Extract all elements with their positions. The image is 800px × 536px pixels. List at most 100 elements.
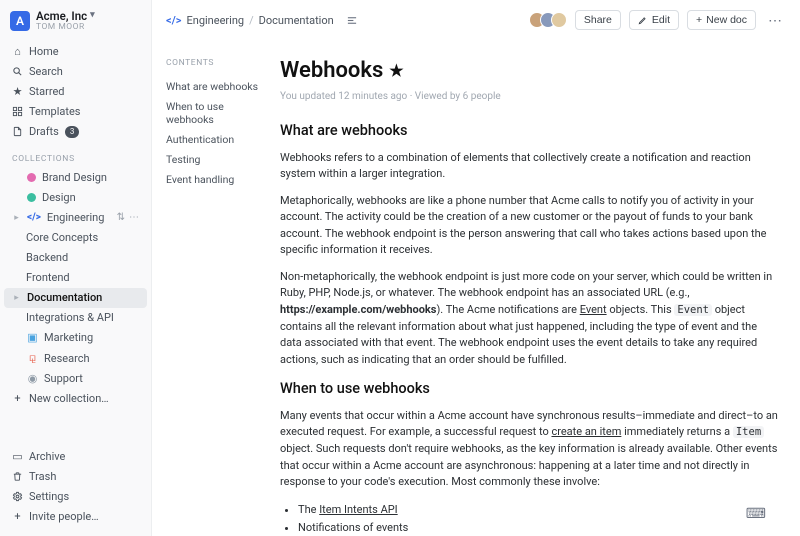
heading-when: When to use webhooks — [280, 378, 778, 400]
text: The — [298, 503, 319, 516]
breadcrumb-page[interactable]: Documentation — [259, 14, 334, 27]
collection-design[interactable]: Design — [4, 188, 147, 208]
nav-drafts-label: Drafts — [29, 125, 59, 138]
nav-trash-label: Trash — [29, 470, 56, 483]
trash-icon — [12, 471, 23, 482]
toc-item[interactable]: Testing — [166, 149, 266, 169]
drafts-badge: 3 — [65, 126, 80, 138]
share-button[interactable]: Share — [575, 10, 621, 30]
collection-color-icon — [27, 173, 36, 182]
text-bold: https://example.com/webhooks — [280, 303, 436, 316]
star-icon: ★ — [12, 85, 23, 98]
collection-label: Design — [42, 191, 76, 204]
team-switcher[interactable]: A Acme, Inc ▾ TOM MOOR — [0, 10, 151, 36]
list-item: The Item Intents API — [298, 501, 778, 520]
star-icon[interactable]: ★ — [389, 59, 403, 83]
doc-label: Core Concepts — [26, 231, 98, 244]
plus-icon: + — [12, 392, 23, 405]
toc-item-label: What are webhooks — [166, 80, 258, 93]
gear-icon — [12, 491, 23, 502]
collection-brand-design[interactable]: Brand Design — [4, 168, 147, 188]
doc-integrations[interactable]: Integrations & API — [4, 308, 147, 328]
document: Webhooks ★ You updated 12 minutes ago · … — [274, 40, 800, 536]
nav-home-label: Home — [29, 45, 59, 58]
collection-research[interactable]: ⚼ Research — [4, 348, 147, 369]
topbar: </> Engineering / Documentation Share Ed… — [152, 0, 800, 40]
nav-trash[interactable]: Trash — [4, 466, 147, 486]
doc-documentation[interactable]: ▸Documentation — [4, 288, 147, 308]
templates-icon — [12, 106, 23, 117]
collection-label: Research — [44, 352, 90, 365]
doc-core-concepts[interactable]: Core Concepts — [4, 228, 147, 248]
nav-invite[interactable]: +Invite people… — [4, 506, 147, 526]
home-icon: ⌂ — [12, 45, 23, 58]
more-icon[interactable]: ⋯ — [129, 212, 139, 223]
nav-search[interactable]: Search — [4, 62, 147, 82]
doc-frontend[interactable]: Frontend — [4, 268, 147, 288]
avatar — [551, 12, 567, 28]
collection-label: Engineering — [47, 211, 105, 224]
sort-icon[interactable]: ⇅ — [117, 212, 125, 223]
collection-label: Brand Design — [42, 171, 107, 184]
paragraph: Many events that occur within a Acme acc… — [280, 408, 778, 491]
toc-item-label: When to use webhooks — [166, 100, 224, 126]
breadcrumb-collection[interactable]: Engineering — [187, 14, 245, 27]
toc-item-label: Event handling — [166, 173, 234, 186]
link-event[interactable]: Event — [580, 303, 607, 316]
disclosure-icon[interactable]: ▸ — [12, 213, 21, 223]
nav-starred[interactable]: ★Starred — [4, 82, 147, 102]
nav-invite-label: Invite people… — [29, 510, 99, 523]
edit-button[interactable]: Edit — [629, 10, 679, 30]
collection-marketing[interactable]: ▣Marketing — [4, 328, 147, 348]
keyboard-shortcuts-icon[interactable]: ⌨ — [746, 506, 766, 522]
archive-icon: ▭ — [12, 450, 23, 463]
team-avatar: A — [10, 11, 30, 31]
edit-label: Edit — [652, 14, 670, 26]
main: </> Engineering / Documentation Share Ed… — [152, 0, 800, 536]
new-collection[interactable]: + New collection… — [4, 389, 147, 409]
new-doc-button[interactable]: +New doc — [687, 10, 756, 30]
toc-toggle-icon[interactable] — [342, 13, 362, 28]
viewer-avatars[interactable] — [529, 12, 567, 28]
nav-templates-label: Templates — [29, 105, 80, 118]
nav-archive[interactable]: ▭Archive — [4, 446, 147, 466]
breadcrumb[interactable]: </> Engineering / Documentation — [166, 14, 334, 27]
heading-what: What are webhooks — [280, 120, 778, 142]
nav-templates[interactable]: Templates — [4, 102, 147, 122]
more-button[interactable]: ⋯ — [764, 10, 786, 30]
drafts-icon — [12, 126, 23, 137]
collection-label: Support — [44, 372, 83, 385]
disclosure-icon[interactable]: ▸ — [12, 293, 21, 303]
text: ). The Acme notifications are — [436, 303, 579, 316]
link-create-item[interactable]: create an item — [551, 425, 621, 438]
doc-label: Integrations & API — [26, 311, 114, 324]
sidebar: A Acme, Inc ▾ TOM MOOR ⌂ Home Search ★Sta… — [0, 0, 152, 536]
nav-settings-label: Settings — [29, 490, 69, 503]
collection-engineering[interactable]: ▸</>Engineering ⇅⋯ — [4, 208, 147, 228]
toc-item[interactable]: Event handling — [166, 169, 266, 189]
collection-support[interactable]: ◉ Support — [4, 369, 147, 389]
nav-search-label: Search — [29, 65, 63, 78]
link-item-intents[interactable]: Item Intents API — [319, 503, 397, 516]
text: immediately returns a — [621, 425, 732, 438]
toc-item[interactable]: What are webhooks — [166, 76, 266, 96]
collection-research-icon: ⚼ — [27, 351, 38, 365]
new-collection-label: New collection… — [29, 392, 109, 405]
chevron-down-icon: ▾ — [90, 11, 95, 21]
paragraph: Webhooks refers to a combination of elem… — [280, 150, 778, 183]
pencil-icon — [638, 15, 648, 25]
share-label: Share — [584, 14, 612, 26]
text: objects. This — [607, 303, 675, 316]
team-subtitle: TOM MOOR — [36, 23, 95, 32]
breadcrumb-separator: / — [249, 14, 254, 27]
collection-code-icon: </> — [166, 14, 182, 27]
nav-home[interactable]: ⌂ Home — [4, 42, 147, 62]
doc-backend[interactable]: Backend — [4, 248, 147, 268]
nav-drafts[interactable]: Drafts 3 — [4, 122, 147, 142]
collection-support-icon: ◉ — [27, 372, 38, 385]
paragraph: Non-metaphorically, the webhook endpoint… — [280, 269, 778, 368]
nav-settings[interactable]: Settings — [4, 486, 147, 506]
toc-item[interactable]: Authentication — [166, 129, 266, 149]
text: Non-metaphorically, the webhook endpoint… — [280, 270, 772, 300]
toc-item[interactable]: When to use webhooks — [166, 96, 266, 129]
